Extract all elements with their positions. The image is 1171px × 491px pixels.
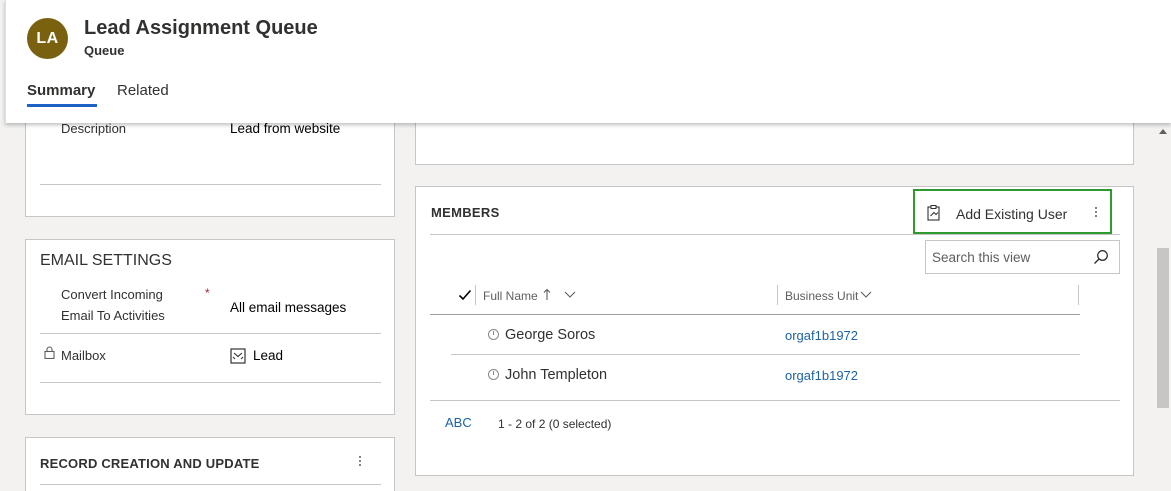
avatar: LA	[27, 18, 68, 59]
email-settings-title: EMAIL SETTINGS	[40, 252, 172, 269]
table-row-business-unit-link[interactable]: orgaf1b1972	[785, 368, 858, 383]
status-clock-icon	[488, 329, 499, 340]
entity-type-label: Queue	[84, 43, 125, 58]
column-separator	[777, 285, 778, 305]
required-indicator: *	[205, 286, 210, 300]
status-clock-icon	[488, 369, 499, 380]
mailbox-value-link[interactable]: Lead	[253, 348, 283, 363]
more-options-icon[interactable]	[359, 456, 363, 466]
convert-email-value[interactable]: All email messages	[230, 300, 346, 315]
record-creation-card: RECORD CREATION AND UPDATE R	[25, 437, 395, 491]
mailbox-record-icon	[230, 348, 246, 364]
add-existing-user-button[interactable]: Add Existing User	[913, 189, 1112, 234]
page-title: Lead Assignment Queue	[84, 17, 318, 39]
column-separator	[475, 285, 476, 305]
alphabet-jump-bar[interactable]: ABC	[445, 415, 472, 430]
lock-icon	[44, 346, 55, 359]
vertical-scrollbar[interactable]	[1155, 123, 1171, 491]
record-count: 1 - 2 of 2 (0 selected)	[498, 417, 612, 431]
scroll-thumb[interactable]	[1157, 248, 1169, 408]
description-value[interactable]: Lead from website	[230, 121, 340, 136]
members-title: MEMBERS	[431, 205, 500, 220]
table-row-business-unit-link[interactable]: orgaf1b1972	[785, 328, 858, 343]
chevron-down-icon[interactable]	[860, 291, 872, 298]
sort-ascending-icon[interactable]	[543, 288, 551, 301]
active-tab-indicator	[27, 104, 97, 107]
email-settings-card: EMAIL SETTINGS Convert Incoming Email To…	[25, 239, 395, 415]
divider	[40, 184, 381, 185]
divider	[40, 484, 381, 485]
scroll-up-arrow-icon[interactable]	[1159, 129, 1167, 134]
search-icon[interactable]	[1093, 249, 1109, 265]
record-creation-title: RECORD CREATION AND UPDATE R	[40, 456, 264, 471]
convert-email-label-line1: Convert Incoming	[61, 287, 163, 302]
column-separator	[1078, 285, 1079, 305]
search-input[interactable]: Search this view	[925, 240, 1120, 274]
tab-summary[interactable]: Summary	[27, 82, 95, 99]
tab-related[interactable]: Related	[117, 82, 169, 99]
divider	[40, 333, 381, 334]
row-divider	[451, 354, 1080, 355]
table-row-full-name[interactable]: John Templeton	[505, 367, 607, 383]
add-existing-user-label: Add Existing User	[956, 206, 1068, 222]
members-subgrid: MEMBERS Add Existing User Search this vi…	[415, 186, 1134, 476]
divider	[40, 382, 381, 383]
header-divider	[430, 314, 1080, 315]
column-header-business-unit[interactable]: Business Unit	[785, 289, 858, 303]
search-placeholder: Search this view	[932, 250, 1031, 265]
column-header-full-name[interactable]: Full Name	[483, 289, 538, 303]
chevron-down-icon[interactable]	[564, 291, 576, 298]
table-row-full-name[interactable]: George Soros	[505, 327, 595, 343]
more-commands-icon[interactable]	[1095, 207, 1099, 217]
record-header: LA Lead Assignment Queue Queue Summary R…	[5, 0, 1171, 123]
convert-email-label-line2: Email To Activities	[61, 308, 165, 323]
divider	[430, 234, 1120, 235]
description-label: Description	[61, 121, 127, 136]
footer-divider	[430, 400, 1120, 401]
mailbox-label: Mailbox	[61, 348, 106, 363]
clipboard-icon	[927, 205, 940, 221]
select-all-checkmark-icon[interactable]	[458, 289, 472, 301]
